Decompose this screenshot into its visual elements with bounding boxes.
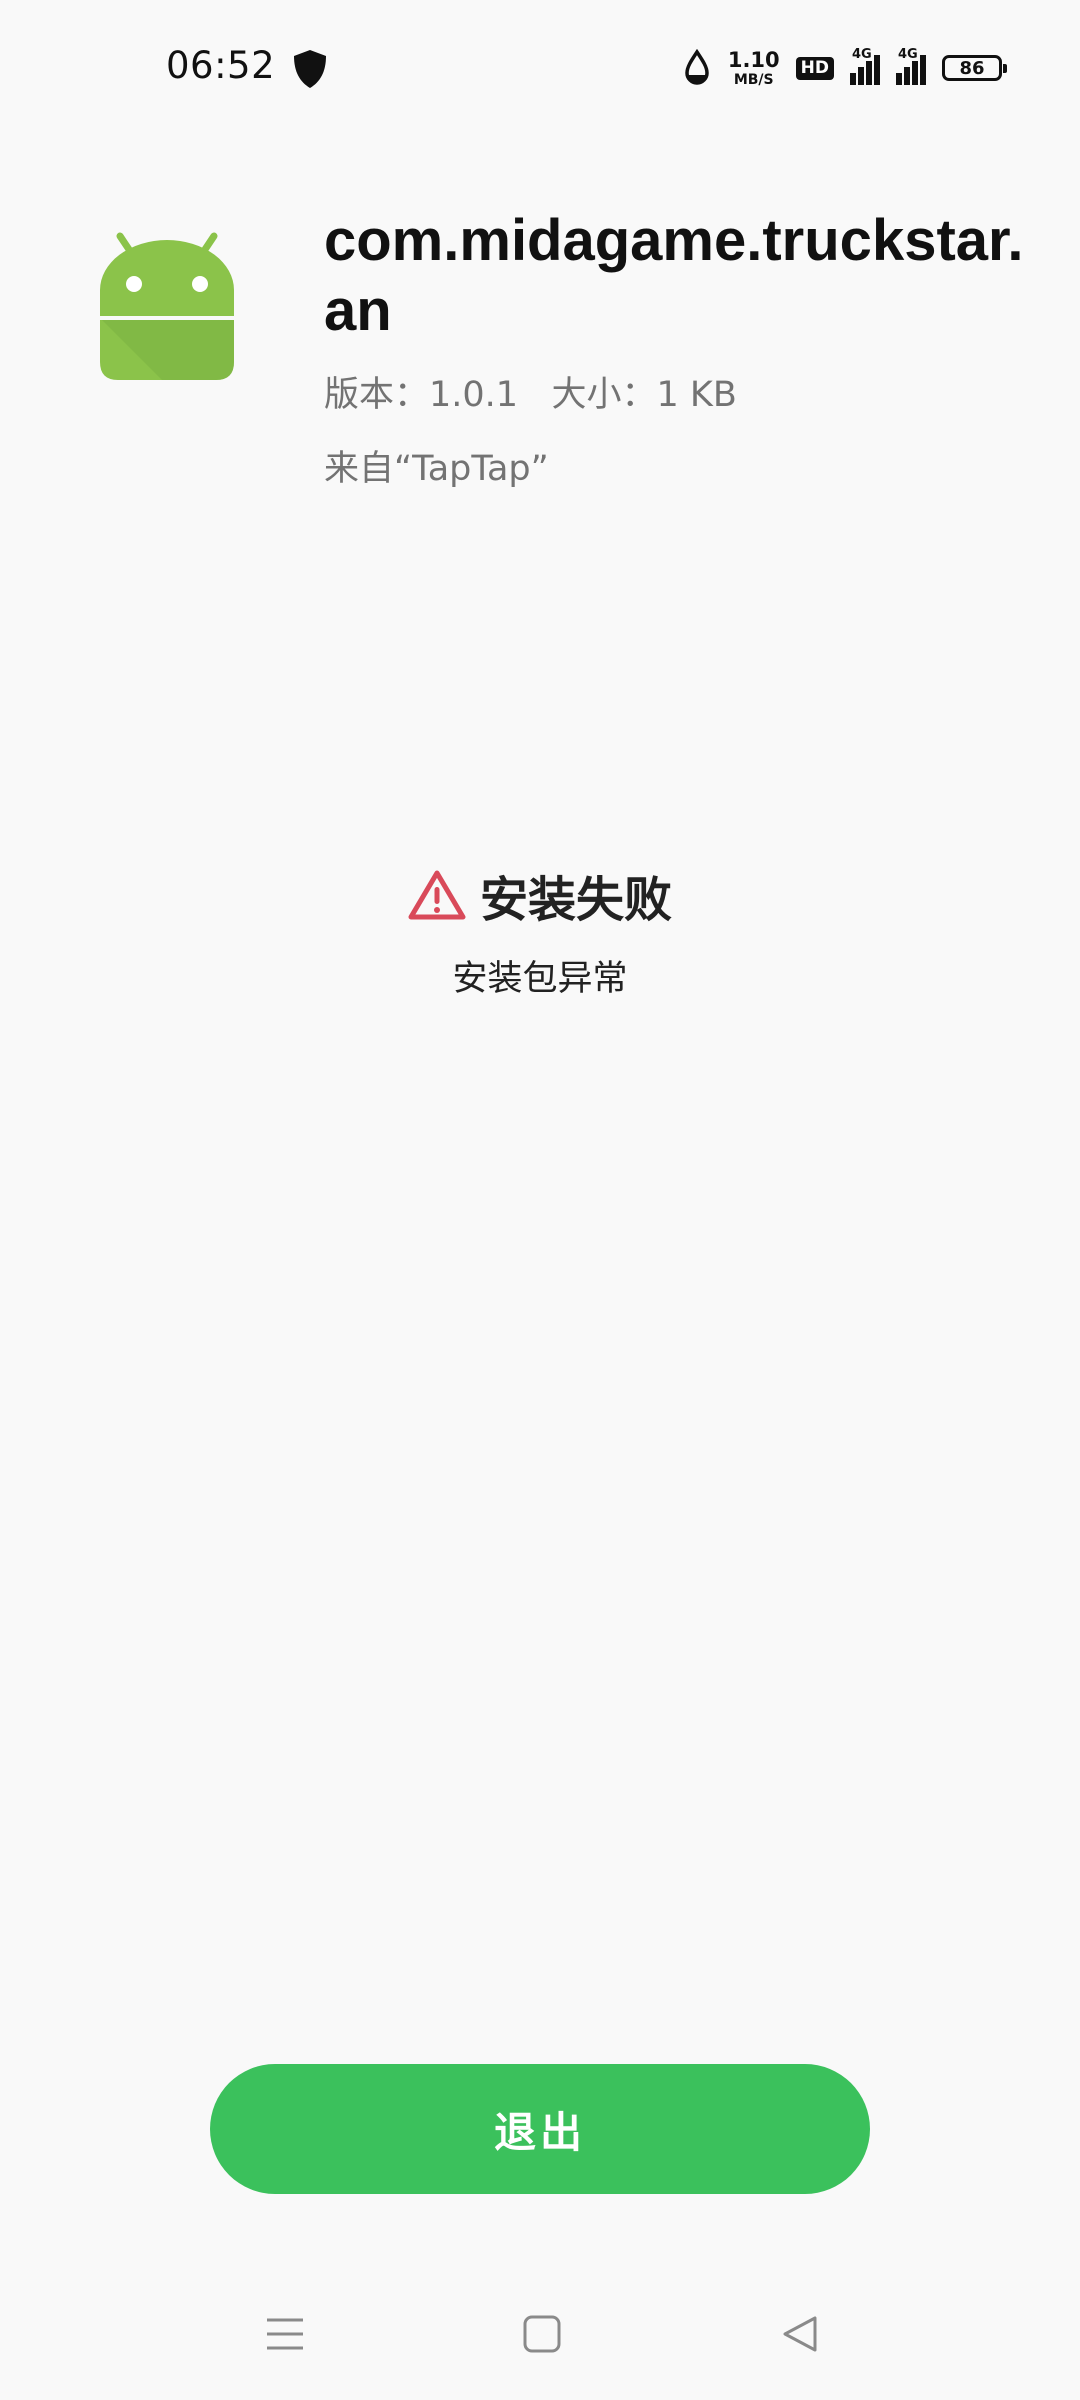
version-label: 版本： xyxy=(324,375,430,415)
status-time: 06:52 xyxy=(166,44,276,87)
result-message: 安装包异常 xyxy=(452,959,628,999)
result-title: 安装失败 xyxy=(479,872,672,928)
data-saver-icon xyxy=(685,49,709,85)
signal-icon: 4G xyxy=(850,47,880,85)
app-source: 来自“TapTap” xyxy=(324,449,549,489)
shield-icon xyxy=(294,50,326,88)
signal-icon: 4G xyxy=(896,47,926,85)
install-result: 安装失败 xyxy=(0,860,1080,930)
home-square-icon xyxy=(523,2315,561,2353)
network-speed: 1.10 MB/S xyxy=(727,47,780,88)
app-package-name: com.midagame.truckstar.an xyxy=(324,208,1024,343)
network-speed-unit: MB/S xyxy=(733,71,774,88)
android-icon xyxy=(100,232,234,380)
menu-icon xyxy=(267,2318,303,2350)
battery-level: 86 xyxy=(959,57,985,79)
signal-label: 4G xyxy=(898,47,918,62)
signal-label: 4G xyxy=(852,47,872,62)
app-version-size: 版本：1.0.1 大小：1 KB xyxy=(324,366,737,417)
status-bar: 06:52 1.10 MB/S HD 4G 4G 86 xyxy=(0,0,1080,136)
nav-recents-button[interactable] xyxy=(249,2298,321,2370)
nav-home-button[interactable] xyxy=(506,2298,578,2370)
hd-icon: HD xyxy=(795,56,834,80)
status-icons: 1.10 MB/S HD 4G 4G 86 xyxy=(682,46,1007,90)
version-value: 1.0.1 xyxy=(429,375,519,415)
battery-icon: 86 xyxy=(942,55,1007,81)
nav-back-button[interactable] xyxy=(764,2298,836,2370)
network-speed-value: 1.10 xyxy=(727,47,780,72)
warning-icon xyxy=(408,870,466,920)
size-value: 1 KB xyxy=(656,375,737,415)
exit-button[interactable]: 退出 xyxy=(210,2064,870,2194)
size-label: 大小： xyxy=(551,375,657,415)
back-triangle-icon xyxy=(783,2316,817,2352)
